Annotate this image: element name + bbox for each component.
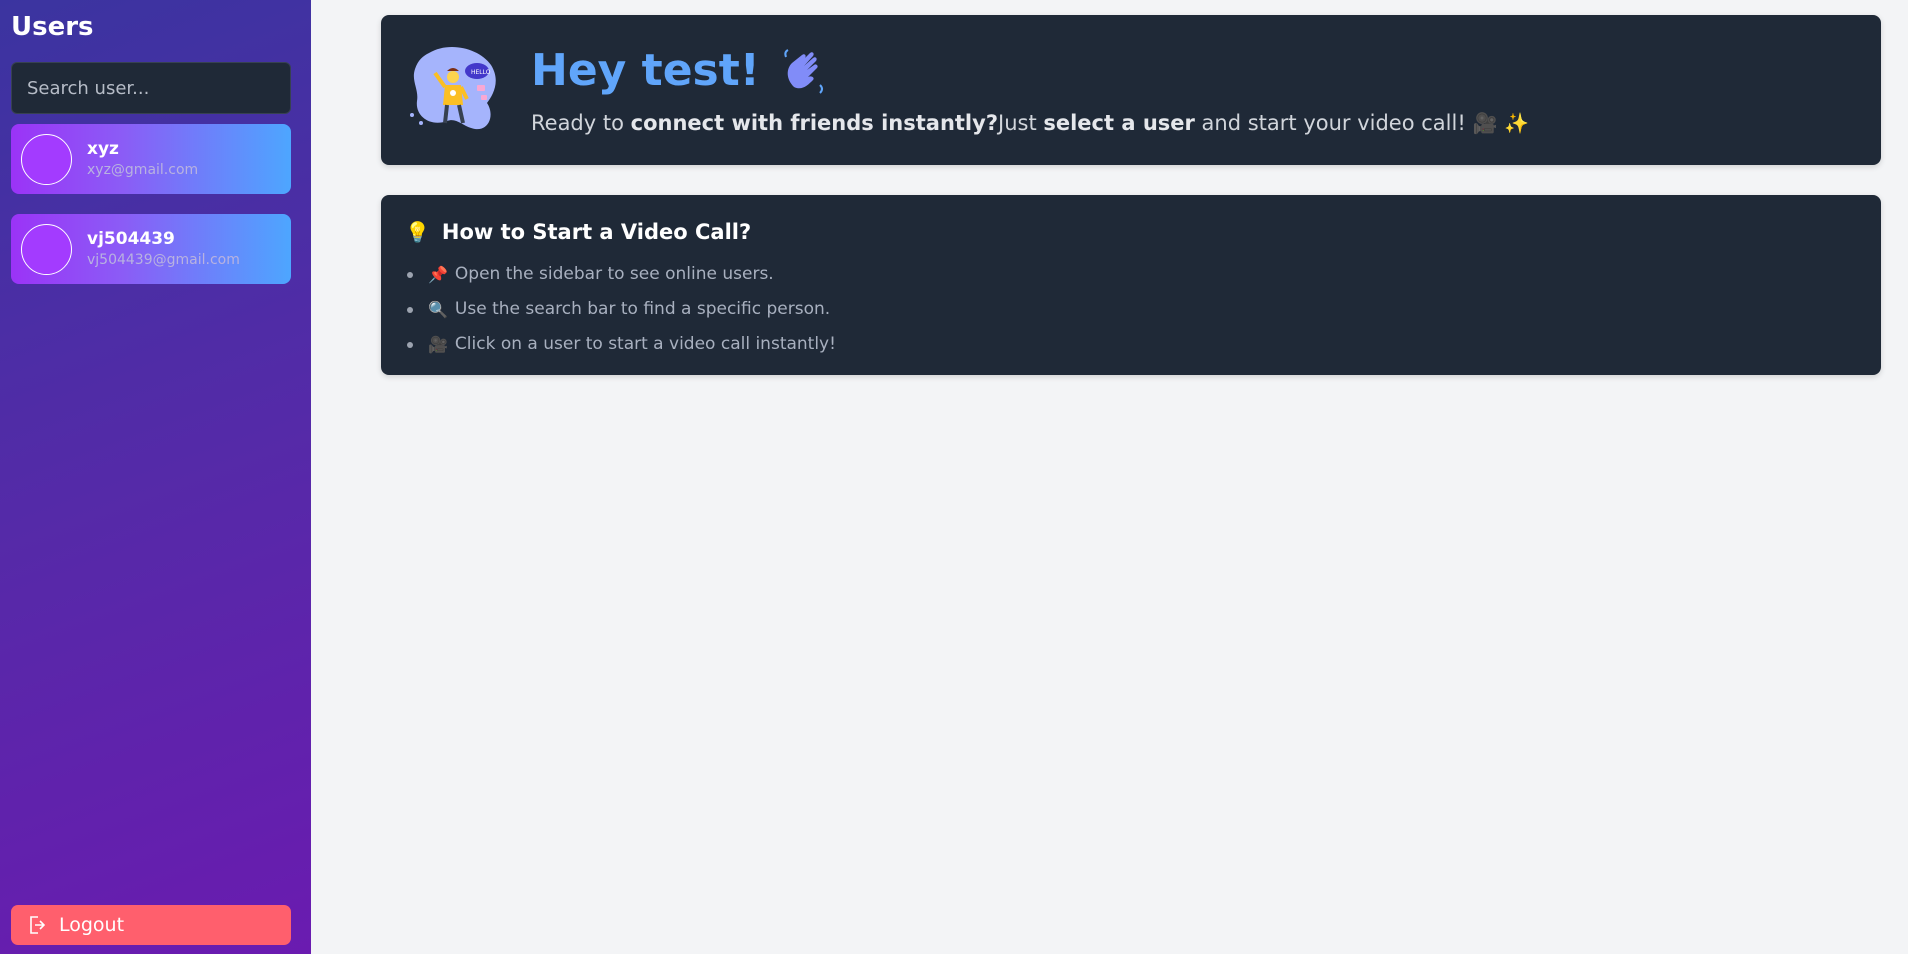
user-email: xyz@gmail.com xyxy=(87,162,199,178)
welcome-text-bold: select a user xyxy=(1043,111,1195,135)
help-item-text: Click on a user to start a video call in… xyxy=(454,334,836,354)
sidebar: Users xyz xyz@gmail.com vj504439 vj50443… xyxy=(0,0,311,954)
hello-illustration-icon: HELLO xyxy=(410,46,496,130)
welcome-text-part: Ready to xyxy=(531,111,631,135)
bullet xyxy=(407,306,413,313)
help-title: 💡 How to Start a Video Call? xyxy=(405,217,751,247)
user-name: vj504439 xyxy=(87,229,175,249)
user-email: vj504439@gmail.com xyxy=(87,252,240,268)
welcome-message: Ready to connect with friends instantly?… xyxy=(531,108,1529,138)
bullet xyxy=(407,341,413,348)
help-item-sidebar: 📌 Open the sidebar to see online users. xyxy=(405,257,836,292)
welcome-text-bold: connect with friends instantly? xyxy=(630,111,998,135)
help-item-search: 🔍 Use the search bar to find a specific … xyxy=(405,292,836,327)
user-avatar xyxy=(21,223,72,275)
help-item-text: Use the search bar to find a specific pe… xyxy=(454,299,831,319)
welcome-title-text: Hey test! xyxy=(531,45,760,96)
user-info: xyz xyz@gmail.com xyxy=(87,139,198,179)
user-info: vj504439 vj504439@gmail.com xyxy=(87,229,240,269)
user-list: xyz xyz@gmail.com vj504439 vj504439@gmai… xyxy=(11,124,300,284)
user-card-xyz[interactable]: xyz xyz@gmail.com xyxy=(11,124,291,194)
sidebar-title: Users xyxy=(11,12,94,42)
video-camera-icon: 🎥 xyxy=(428,335,448,354)
bullet xyxy=(407,271,413,278)
welcome-card: HELLO Hey test! Ready to connect with fr… xyxy=(381,15,1881,165)
logout-button[interactable]: Logout xyxy=(11,905,291,945)
user-card-vj504439[interactable]: vj504439 vj504439@gmail.com xyxy=(11,214,291,284)
help-card: 💡 How to Start a Video Call? 📌 Open the … xyxy=(381,195,1881,375)
sparkles-icon: ✨ xyxy=(1504,111,1529,135)
help-title-text: How to Start a Video Call? xyxy=(441,220,752,244)
help-item-text: Open the sidebar to see online users. xyxy=(454,264,774,284)
user-name: xyz xyxy=(87,139,119,159)
video-camera-icon: 🎥 xyxy=(1472,111,1498,135)
welcome-text-part: Just xyxy=(998,111,1044,135)
app: Users xyz xyz@gmail.com vj504439 vj50443… xyxy=(0,0,1908,954)
pushpin-icon: 📌 xyxy=(428,265,448,284)
logout-label: Logout xyxy=(59,914,125,936)
help-list: 📌 Open the sidebar to see online users. … xyxy=(405,257,836,362)
welcome-title: Hey test! xyxy=(531,43,828,99)
magnifier-icon: 🔍 xyxy=(428,300,448,319)
welcome-text-part: and start your video call! xyxy=(1194,111,1473,135)
search-user-input[interactable] xyxy=(11,62,291,114)
waving-hand-icon xyxy=(784,49,823,94)
logout-icon xyxy=(30,916,45,934)
svg-text:HELLO: HELLO xyxy=(471,69,491,76)
user-avatar xyxy=(21,133,72,185)
lightbulb-icon: 💡 xyxy=(405,220,430,244)
help-item-call: 🎥 Click on a user to start a video call … xyxy=(405,327,836,362)
